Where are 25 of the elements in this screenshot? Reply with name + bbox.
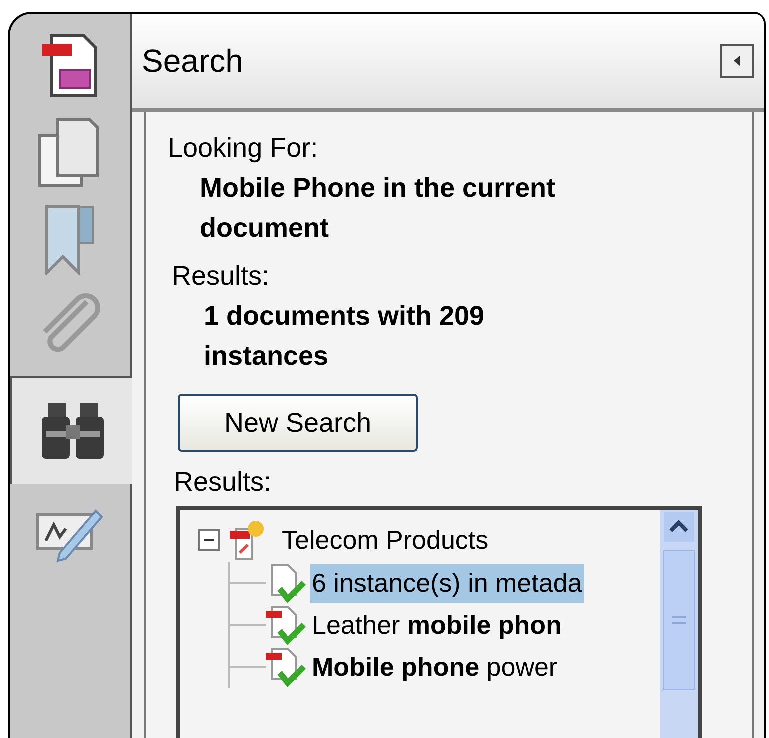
scroll-up-icon[interactable] [664,512,694,542]
collapse-toggle[interactable] [198,529,220,551]
results-summary: 1 documents with 209 instances [203,300,486,373]
collapse-button[interactable] [720,44,754,78]
pdf-check-icon [266,647,306,687]
tree-item[interactable]: 6 instance(s) in metada [310,564,584,602]
signature-pen-icon [36,507,104,563]
tree-item[interactable]: Leather mobile phon [310,606,564,644]
sidebar-tab[interactable] [10,376,134,484]
scroll-thumb[interactable] [663,550,695,690]
bookmark-icon [43,203,97,275]
looking-for-label: Looking For: [168,132,320,165]
scrollbar[interactable] [660,510,698,738]
panel-title: Search [142,42,244,81]
new-search-button[interactable]: New Search [178,394,418,452]
results-list-label: Results: [173,466,273,499]
search-query: Mobile Phone in the current document [199,172,557,245]
binoculars-icon [40,401,106,461]
left-caret-icon [733,56,741,66]
pages-icon [38,118,102,188]
grip-icon [672,615,686,625]
tree-item[interactable]: Mobile phone power [310,648,560,686]
tree-item[interactable]: Telecom Products [282,520,489,560]
results-label: Results: [171,260,271,293]
pdf-check-icon [266,605,306,645]
